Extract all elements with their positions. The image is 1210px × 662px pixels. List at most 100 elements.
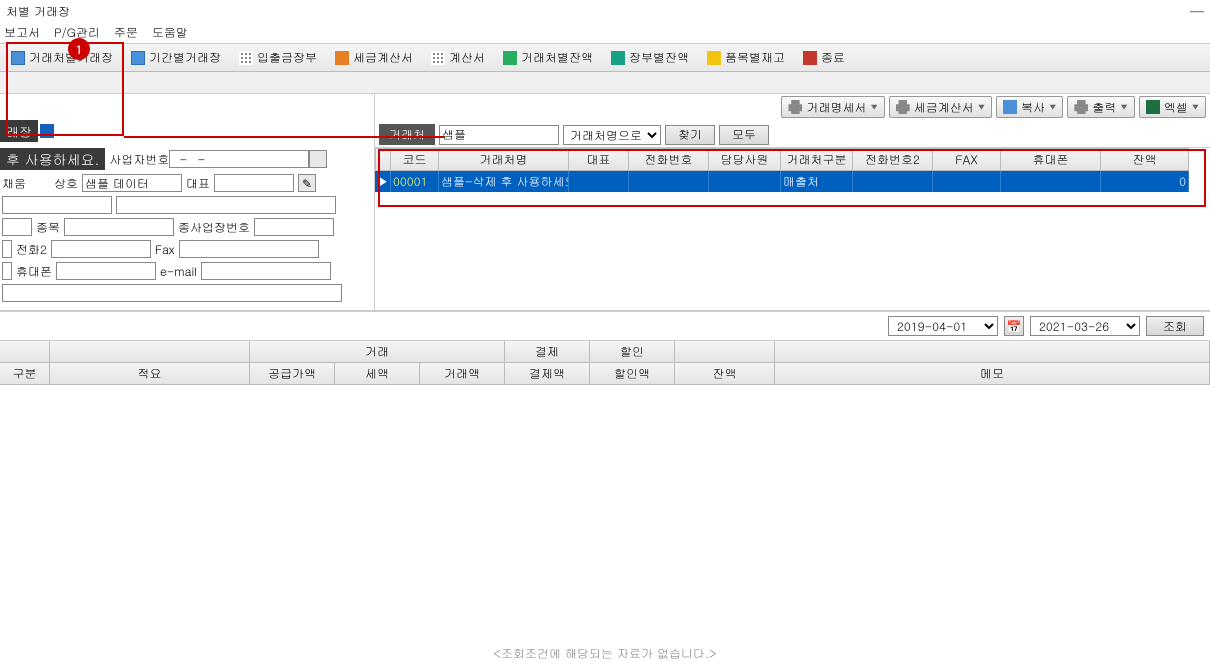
tb-period-ledger[interactable]: 기간별거래장: [124, 46, 228, 69]
cell-code: 00001: [391, 171, 439, 192]
date-cal-btn[interactable]: 📅: [1004, 316, 1024, 336]
tab-label: 래장: [0, 120, 38, 142]
lcol-tax[interactable]: 세액: [335, 363, 420, 384]
cell-staff: [709, 171, 781, 192]
exit-icon: [803, 51, 817, 65]
tb-exit[interactable]: 종료: [796, 46, 852, 69]
btn-print[interactable]: 출력▼: [1067, 96, 1134, 118]
gcol-pay: 결제: [505, 341, 590, 362]
grid-row[interactable]: ▶ 00001 샘플-삭제 후 사용하세요 매출처 0: [375, 171, 1210, 192]
tb-vendor-ledger[interactable]: 거래처별거래장: [4, 46, 120, 69]
tel2-label: 전화2: [16, 241, 47, 258]
sub-bar: [0, 72, 1210, 94]
sheet-icon: [131, 51, 145, 65]
vendor-detail-pane: 래장 후 사용하세요. 사업자번호 채움 상호 대표 ✎: [0, 94, 375, 310]
tb-tax-invoice[interactable]: 세금계산서: [328, 46, 420, 69]
subbiz-label: 종사업장번호: [178, 219, 250, 236]
btn-tax[interactable]: 세금계산서▼: [889, 96, 992, 118]
email-input[interactable]: [201, 262, 331, 280]
edit-btn[interactable]: ✎: [298, 174, 316, 192]
hint-label: 후 사용하세요.: [0, 148, 105, 170]
menu-report[interactable]: 보고서: [4, 24, 40, 41]
gcol-trade: 거래: [250, 341, 505, 362]
content-top: 래장 후 사용하세요. 사업자번호 채움 상호 대표 ✎: [0, 94, 1210, 311]
col-tel2[interactable]: 전화번호2: [853, 148, 933, 171]
btn-copy[interactable]: 복사▼: [996, 96, 1063, 118]
date-to[interactable]: 2021-03-26: [1030, 316, 1140, 336]
col-staff[interactable]: 담당사원: [709, 148, 781, 171]
lcol-desc[interactable]: 적요: [50, 363, 250, 384]
field-b[interactable]: [116, 196, 336, 214]
excel-icon: [1146, 100, 1160, 114]
minimize-icon[interactable]: —: [1190, 1, 1204, 21]
gcol-blank4: [775, 341, 1210, 362]
col-balance[interactable]: 잔액: [1101, 148, 1189, 171]
lower-header-groups: 거래 결제 할인: [0, 341, 1210, 363]
tb-invoice[interactable]: 계산서: [424, 46, 492, 69]
bizno-input[interactable]: [169, 150, 309, 168]
query-btn[interactable]: 조회: [1146, 316, 1204, 336]
title-bar: 처별 거래장 —: [0, 0, 1210, 22]
lcol-type[interactable]: 구분: [0, 363, 50, 384]
search-find-btn[interactable]: 찾기: [665, 125, 715, 145]
col-code[interactable]: 코드: [391, 148, 439, 171]
lcol-supply[interactable]: 공급가액: [250, 363, 335, 384]
search-all-btn[interactable]: 모두: [719, 125, 769, 145]
bizno-search-btn[interactable]: [309, 150, 327, 168]
col-tel[interactable]: 전화번호: [629, 148, 709, 171]
lcol-disc[interactable]: 할인액: [590, 363, 675, 384]
lcol-balance[interactable]: 잔액: [675, 363, 775, 384]
money-icon: [503, 51, 517, 65]
menu-order[interactable]: 주문: [114, 24, 138, 41]
search-row: 거래처 거래처명으로 찾기 모두: [375, 122, 1210, 148]
tb-cashbook[interactable]: 입출금장부: [232, 46, 324, 69]
tb-item-stock[interactable]: 품목별재고: [700, 46, 792, 69]
cell-type: 매출처: [781, 171, 853, 192]
tb-vendor-balance[interactable]: 거래처별잔액: [496, 46, 600, 69]
cell-balance: 0: [1101, 171, 1189, 192]
blue-square-icon: [38, 122, 56, 140]
search-input[interactable]: [439, 125, 559, 145]
btn-excel[interactable]: 엑셀▼: [1139, 96, 1206, 118]
lcol-pay[interactable]: 결제액: [505, 363, 590, 384]
date-from[interactable]: 2019-04-01: [888, 316, 998, 336]
col-fax[interactable]: FAX: [933, 148, 1001, 171]
item-label: 종목: [36, 219, 60, 236]
grid-icon: [239, 51, 253, 65]
lower-header-cols: 구분 적요 공급가액 세액 거래액 결제액 할인액 잔액 메모: [0, 363, 1210, 385]
print-icon: [788, 100, 802, 114]
lcol-memo[interactable]: 메모: [775, 363, 1210, 384]
col-mobile[interactable]: 휴대폰: [1001, 148, 1101, 171]
rep-input[interactable]: [214, 174, 294, 192]
field-d[interactable]: [2, 240, 12, 258]
mobile-label: 휴대폰: [16, 263, 52, 280]
btn-spec[interactable]: 거래명세서▼: [781, 96, 884, 118]
fax-input[interactable]: [179, 240, 319, 258]
col-mark[interactable]: [375, 148, 391, 171]
field-a[interactable]: [2, 196, 112, 214]
tel2-input[interactable]: [51, 240, 151, 258]
col-rep[interactable]: 대표: [569, 148, 629, 171]
col-name[interactable]: 거래처명: [439, 148, 569, 171]
field-e[interactable]: [2, 262, 12, 280]
lcol-amount[interactable]: 거래액: [420, 363, 505, 384]
gcol-blank2: [50, 341, 250, 362]
callout-badge-1: 1: [68, 38, 90, 60]
search-result-pane: 거래명세서▼ 세금계산서▼ 복사▼ 출력▼ 엑셀▼ 거래처 거래처명으로 찾기 …: [375, 94, 1210, 310]
rep-label: 대표: [186, 175, 210, 192]
mobile-input[interactable]: [56, 262, 156, 280]
tb-book-balance[interactable]: 장부별잔액: [604, 46, 696, 69]
field-c[interactable]: [2, 218, 32, 236]
subbiz-input[interactable]: [254, 218, 334, 236]
empty-message: <조회조건에 해당되는 자료가 없습니다.>: [0, 385, 1210, 662]
trade-input[interactable]: [82, 174, 182, 192]
date-bar: 2019-04-01 📅 2021-03-26 조회: [0, 311, 1210, 341]
col-type[interactable]: 거래처구분: [781, 148, 853, 171]
memo-input[interactable]: [2, 284, 342, 302]
trade-label: 상호: [54, 175, 78, 192]
item-input[interactable]: [64, 218, 174, 236]
sheet-icon: [11, 51, 25, 65]
menu-help[interactable]: 도움말: [152, 24, 188, 41]
search-by-select[interactable]: 거래처명으로: [563, 125, 661, 145]
book-icon: [611, 51, 625, 65]
